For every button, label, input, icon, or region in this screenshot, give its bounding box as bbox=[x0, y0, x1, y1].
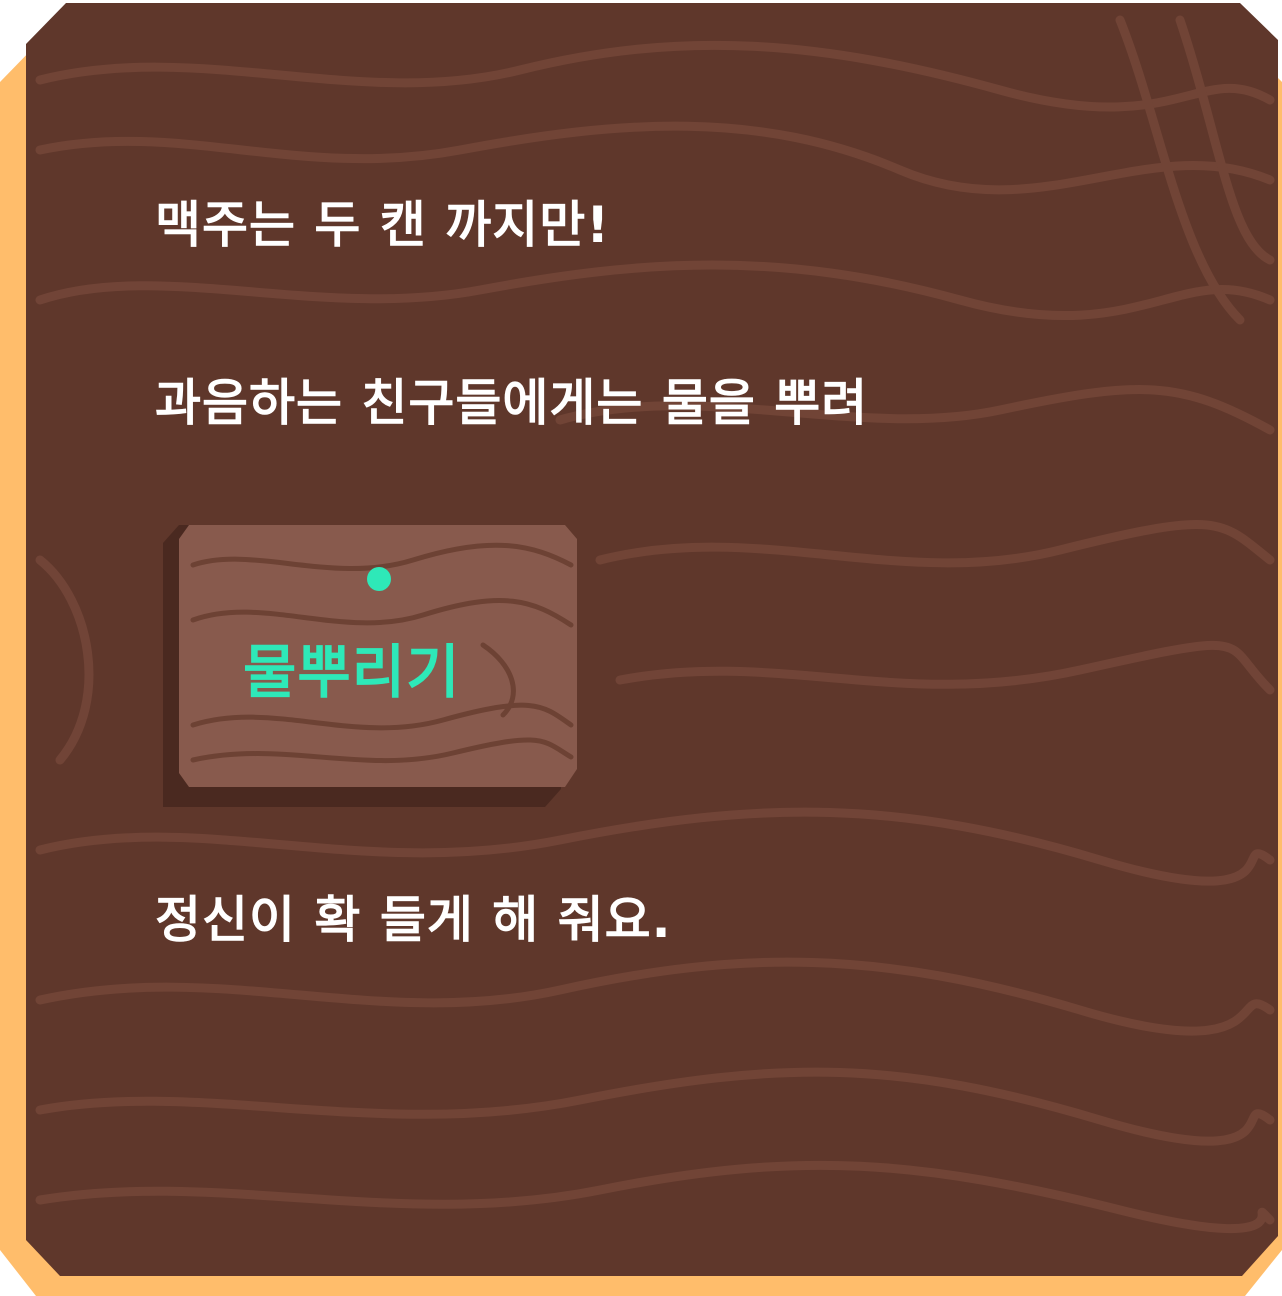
hint-line-2: 과음하는 친구들에게는 물을 뿌려 bbox=[155, 374, 869, 432]
pin-dot-icon bbox=[367, 567, 391, 591]
water-spray-sign-button[interactable]: 물뿌리기 bbox=[163, 525, 581, 807]
hint-line-1: 맥주는 두 캔 까지만! bbox=[155, 196, 611, 254]
sign-label: 물뿌리기 bbox=[243, 638, 461, 706]
hint-line-3: 정신이 확 들게 해 줘요. bbox=[155, 891, 672, 949]
wooden-board: 맥주는 두 캔 까지만! 과음하는 친구들에게는 물을 뿌려 물뿌리기 정신이 … bbox=[0, 0, 1282, 1296]
